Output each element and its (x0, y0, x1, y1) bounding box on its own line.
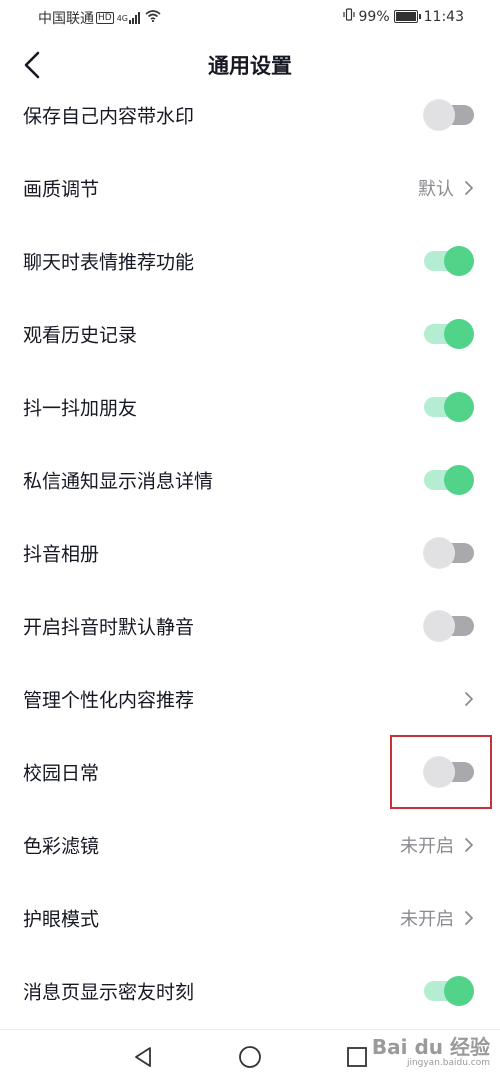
default-mute-toggle[interactable] (424, 610, 474, 641)
close-friends-moments-toggle[interactable] (424, 975, 474, 1006)
setting-row-shake-add-friend[interactable]: 抖一抖加朋友 (0, 370, 500, 443)
setting-label: 私信通知显示消息详情 (23, 470, 214, 492)
setting-row-personalized-content[interactable]: 管理个性化内容推荐 (0, 662, 500, 735)
setting-label: 聊天时表情推荐功能 (23, 251, 195, 273)
setting-row-video-quality[interactable]: 画质调节 默认 (0, 151, 500, 224)
setting-label: 观看历史记录 (23, 324, 138, 346)
chevron-right-icon (464, 691, 474, 707)
watch-history-toggle[interactable] (424, 318, 474, 349)
watermark-sub: jingyan.baidu.com (406, 1058, 490, 1068)
setting-value: 未开启 (400, 908, 454, 930)
home-circle-icon (239, 1046, 261, 1068)
back-triangle-icon (135, 1047, 151, 1067)
setting-row-default-mute[interactable]: 开启抖音时默认静音 (0, 589, 500, 662)
chevron-right-icon (464, 837, 474, 853)
nav-recents-button[interactable] (342, 1042, 372, 1072)
setting-label: 画质调节 (23, 178, 100, 200)
campus-daily-toggle[interactable] (424, 756, 474, 787)
message-detail-toggle[interactable] (424, 464, 474, 495)
setting-row-watermark[interactable]: 保存自己内容带水印 (0, 78, 500, 151)
setting-row-campus-daily[interactable]: 校园日常 (0, 735, 500, 808)
setting-label: 开启抖音时默认静音 (23, 616, 195, 638)
system-nav-bar: Bai du 经验 jingyan.baidu.com (0, 1029, 500, 1084)
signal-icon (129, 12, 141, 24)
setting-row-emoji-recommend[interactable]: 聊天时表情推荐功能 (0, 224, 500, 297)
setting-row-watch-history[interactable]: 观看历史记录 (0, 297, 500, 370)
setting-row-close-friends-moments[interactable]: 消息页显示密友时刻 (0, 954, 500, 1027)
shake-add-friend-toggle[interactable] (424, 391, 474, 422)
status-bar-right: 99% 11:43 (342, 8, 464, 25)
setting-label: 护眼模式 (23, 908, 100, 930)
setting-row-message-detail[interactable]: 私信通知显示消息详情 (0, 443, 500, 516)
setting-row-color-filter[interactable]: 色彩滤镜 未开启 (0, 808, 500, 881)
recents-square-icon (347, 1047, 367, 1067)
clock: 11:43 (423, 8, 464, 25)
battery-percent: 99% (358, 8, 390, 25)
baidu-jingyan-watermark: Bai du 经验 jingyan.baidu.com (372, 1036, 490, 1068)
vibrate-icon (342, 8, 355, 25)
setting-label: 管理个性化内容推荐 (23, 689, 195, 711)
network-type: 4G (116, 13, 128, 23)
wifi-icon (145, 10, 161, 26)
setting-label: 抖音相册 (23, 543, 100, 565)
setting-label: 消息页显示密友时刻 (23, 981, 195, 1003)
chevron-right-icon (464, 180, 474, 196)
emoji-recommend-toggle[interactable] (424, 245, 474, 276)
setting-label: 保存自己内容带水印 (23, 105, 195, 127)
status-bar-left: 中国联通 HD 4G (38, 8, 161, 28)
setting-label: 色彩滤镜 (23, 835, 100, 857)
setting-label: 校园日常 (23, 762, 100, 784)
setting-row-album[interactable]: 抖音相册 (0, 516, 500, 589)
hd-badge: HD (96, 12, 114, 24)
watermark-main: Bai du 经验 (371, 1035, 490, 1059)
carrier-name: 中国联通 (38, 11, 94, 27)
setting-label: 抖一抖加朋友 (23, 397, 138, 419)
nav-back-button[interactable] (128, 1042, 158, 1072)
page-title: 通用设置 (208, 54, 292, 78)
setting-value: 未开启 (400, 835, 454, 857)
nav-home-button[interactable] (235, 1042, 265, 1072)
setting-value: 默认 (418, 178, 454, 200)
album-toggle[interactable] (424, 537, 474, 568)
settings-list: 保存自己内容带水印 画质调节 默认 聊天时表情推荐功能 观看历史记录 抖一抖加朋… (0, 78, 500, 1027)
watermark-toggle[interactable] (424, 99, 474, 130)
status-bar: 中国联通 HD 4G 99% 11:43 (0, 0, 500, 36)
chevron-right-icon (464, 910, 474, 926)
battery-icon (393, 10, 421, 23)
setting-row-eye-care[interactable]: 护眼模式 未开启 (0, 881, 500, 954)
